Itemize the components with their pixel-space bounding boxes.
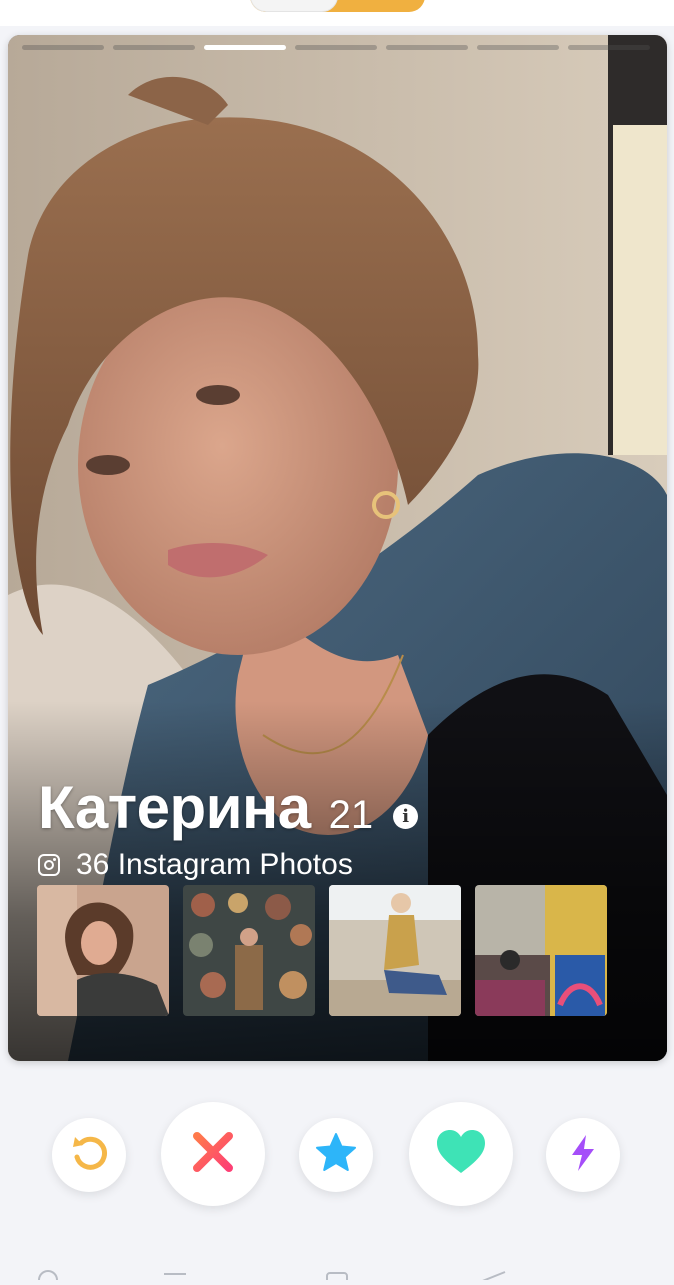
star-icon [314,1131,358,1180]
profile-name: Катерина [38,774,311,841]
nav-back-icon[interactable] [482,1271,506,1285]
top-bar [0,0,674,26]
instagram-thumbnail[interactable] [475,885,607,1016]
rewind-icon [69,1133,109,1178]
progress-segment-active [204,45,286,50]
instagram-thumbnail[interactable] [183,885,315,1016]
rewind-button[interactable] [52,1118,126,1192]
nav-square-icon[interactable] [326,1272,348,1285]
instagram-icon [38,854,60,876]
progress-segment [568,45,650,50]
super-like-button[interactable] [299,1118,373,1192]
close-x-icon [191,1130,235,1179]
toggle-knob[interactable] [250,0,338,12]
nav-home-icon[interactable] [38,1270,58,1285]
profile-age: 21 [328,793,374,837]
progress-segment [113,45,195,50]
progress-segment [22,45,104,50]
lightning-bolt-icon [568,1133,598,1178]
nope-button[interactable] [161,1102,265,1206]
instagram-thumbnails [37,885,607,1016]
photo-progress [22,45,667,51]
instagram-label: 36 Instagram Photos [76,848,353,881]
mode-toggle[interactable] [250,0,425,12]
instagram-thumbnail[interactable] [329,885,461,1016]
instagram-row: 36 Instagram Photos [38,847,353,883]
boost-button[interactable] [546,1118,620,1192]
progress-segment [477,45,559,50]
info-icon[interactable]: i [393,804,419,829]
heart-icon [435,1129,487,1180]
progress-segment [386,45,468,50]
action-bar [0,1100,674,1210]
progress-segment [295,45,377,50]
like-button[interactable] [409,1102,513,1206]
name-row: Катерина 21 i [38,773,419,841]
instagram-thumbnail[interactable] [37,885,169,1016]
profile-card[interactable]: Катерина 21 i 36 Instagram Photos [8,35,667,1061]
bottom-navigation [0,1262,674,1285]
